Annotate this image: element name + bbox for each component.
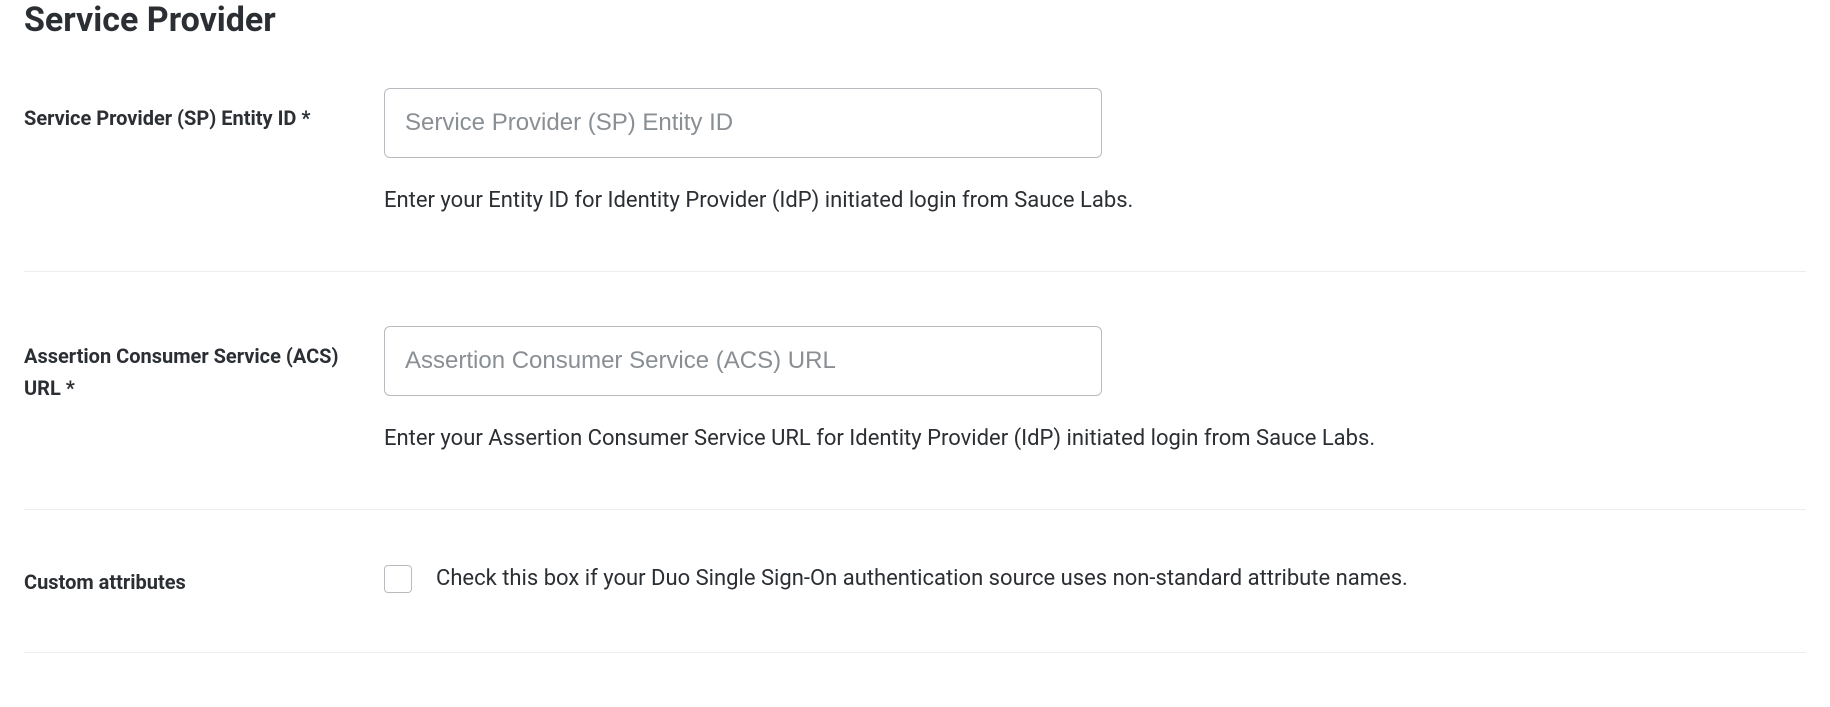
form-row-custom-attributes: Custom attributes Check this box if your… (24, 564, 1806, 653)
custom-attributes-control-area: Check this box if your Duo Single Sign-O… (384, 564, 1806, 595)
form-row-acs-url: Assertion Consumer Service (ACS) URL * E… (24, 326, 1806, 510)
section-heading: Service Provider (24, 0, 1806, 40)
custom-attributes-checkbox-label: Check this box if your Duo Single Sign-O… (436, 564, 1408, 595)
entity-id-input[interactable] (384, 88, 1102, 158)
acs-url-control-area: Enter your Assertion Consumer Service UR… (384, 326, 1806, 455)
acs-url-label: Assertion Consumer Service (ACS) URL * (24, 326, 384, 404)
custom-attributes-label: Custom attributes (24, 564, 384, 598)
entity-id-help-text: Enter your Entity ID for Identity Provid… (384, 186, 1806, 217)
custom-attributes-checkbox[interactable] (384, 565, 412, 593)
acs-url-help-text: Enter your Assertion Consumer Service UR… (384, 424, 1806, 455)
acs-url-input[interactable] (384, 326, 1102, 396)
entity-id-control-area: Enter your Entity ID for Identity Provid… (384, 88, 1806, 217)
entity-id-label: Service Provider (SP) Entity ID * (24, 88, 384, 134)
form-row-entity-id: Service Provider (SP) Entity ID * Enter … (24, 88, 1806, 272)
custom-attributes-checkbox-row: Check this box if your Duo Single Sign-O… (384, 564, 1806, 595)
